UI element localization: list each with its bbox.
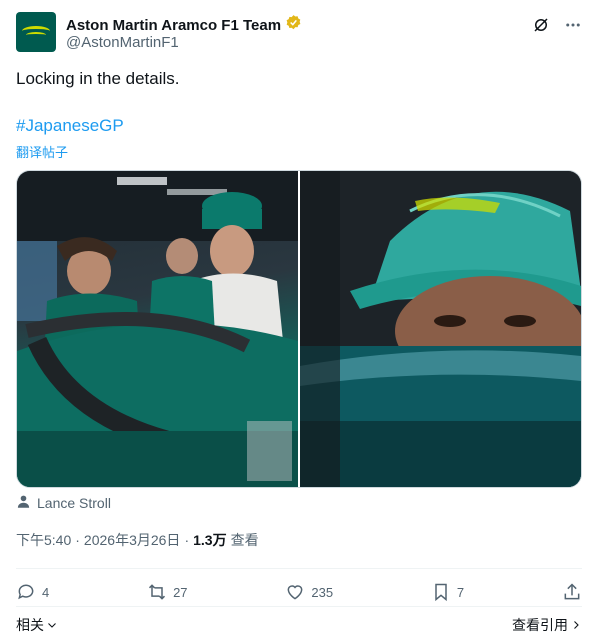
tagged-user-name: Lance Stroll	[37, 495, 111, 511]
grok-icon[interactable]	[532, 16, 550, 39]
bookmark-icon	[435, 583, 447, 602]
handle[interactable]: @AstonMartinF1	[66, 34, 179, 51]
meta-separator: ·	[75, 532, 80, 548]
avatar[interactable]	[16, 12, 56, 52]
translate-link[interactable]: 翻译帖子	[16, 142, 68, 161]
tweet-header: Aston Martin Aramco F1 Team @AstonMartin…	[16, 10, 582, 54]
meta-separator-2: ·	[184, 532, 190, 548]
photo-driver-portrait[interactable]	[300, 171, 581, 487]
hashtag-link[interactable]: #JapaneseGP	[16, 116, 124, 136]
related-label: 相关	[16, 617, 44, 633]
tweet-text: Locking in the details.	[16, 69, 180, 88]
person-icon	[16, 494, 31, 512]
view-label: 查看	[230, 532, 259, 548]
repost-count: 27	[173, 584, 188, 600]
repost-button[interactable]: 27	[147, 582, 188, 602]
tweet-footer: 相关 查看引用	[16, 615, 582, 635]
bookmark-button[interactable]: 7	[431, 582, 464, 602]
name-row: Aston Martin Aramco F1 Team	[66, 14, 302, 36]
reply-button[interactable]: 4	[16, 582, 49, 602]
tweet-date[interactable]: 2026年3月26日	[84, 530, 181, 550]
share-button[interactable]	[562, 582, 582, 602]
chevron-right-icon	[574, 621, 579, 629]
view-count: 1.3万	[193, 532, 227, 548]
more-options-icon[interactable]	[564, 16, 582, 39]
divider-2	[16, 606, 582, 607]
like-button[interactable]: 235	[285, 582, 333, 602]
divider	[16, 568, 582, 569]
action-bar: 4 27 235 7	[16, 580, 582, 604]
tweet-time[interactable]: 下午5:40	[16, 530, 71, 550]
reply-icon	[18, 584, 34, 600]
tweet-meta: 下午5:40 · 2026年3月26日 · 1.3万 查看	[16, 530, 259, 550]
tagged-people[interactable]: Lance Stroll	[16, 494, 111, 512]
top-actions	[532, 16, 582, 39]
reply-count: 4	[42, 584, 50, 600]
share-icon	[564, 583, 580, 600]
display-name[interactable]: Aston Martin Aramco F1 Team	[66, 17, 281, 34]
chevron-down-icon	[48, 623, 56, 628]
repost-icon	[149, 584, 166, 600]
verified-badge-icon	[285, 14, 302, 36]
view-quotes-label: 查看引用	[512, 617, 568, 633]
heart-icon	[287, 585, 303, 600]
view-quotes-button[interactable]: 查看引用	[512, 615, 582, 635]
bookmark-count: 7	[456, 584, 465, 600]
related-button[interactable]: 相关	[16, 615, 58, 635]
like-count: 235	[311, 584, 334, 600]
media-gallery	[16, 170, 582, 488]
photo-driver-cockpit[interactable]	[17, 171, 298, 487]
